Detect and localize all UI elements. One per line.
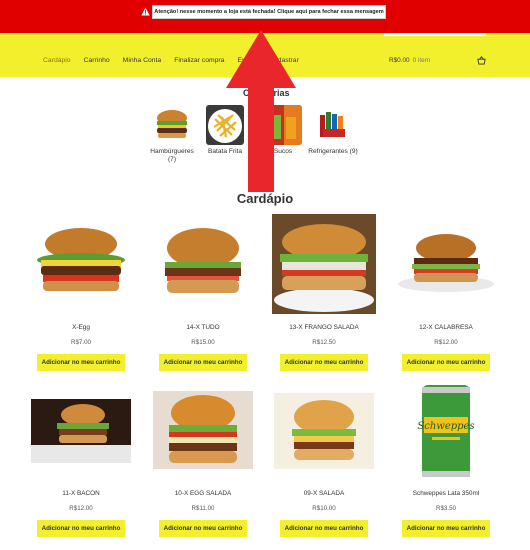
warning-icon (141, 7, 150, 16)
arrow-up-icon (226, 30, 296, 192)
product-card: 12-X CALABRESA R$12.00 Adicionar no meu … (394, 214, 498, 371)
product-card: 14-X TUDO R$15.00 Adicionar no meu carri… (151, 214, 255, 371)
product-image[interactable] (272, 385, 376, 485)
add-to-cart-button[interactable]: Adicionar no meu carrinho (280, 354, 368, 371)
product-card: 10-X EGG SALADA R$11.00 Adicionar no meu… (151, 385, 255, 537)
product-price: R$12.50 (312, 339, 336, 346)
product-name[interactable]: 11-X BACON (29, 490, 133, 497)
product-image[interactable]: Schweppes (394, 385, 498, 485)
product-name[interactable]: 13-X FRANGO SALADA (272, 324, 376, 331)
product-price: R$3.50 (436, 505, 456, 512)
product-image[interactable] (29, 214, 133, 314)
product-card: 13-X FRANGO SALADA R$12.50 Adicionar no … (272, 214, 376, 371)
add-to-cart-button[interactable]: Adicionar no meu carrinho (402, 520, 490, 537)
nav-item-minha-conta[interactable]: Minha Conta (123, 57, 162, 64)
add-to-cart-button[interactable]: Adicionar no meu carrinho (280, 520, 368, 537)
product-image[interactable] (151, 385, 255, 485)
svg-text:Schweppes: Schweppes (417, 421, 474, 432)
add-to-cart-button[interactable]: Adicionar no meu carrinho (159, 520, 247, 537)
product-image[interactable] (394, 214, 498, 314)
product-image[interactable] (29, 385, 133, 485)
product-card: Schweppes Schweppes Lata 350ml R$3.50 Ad… (394, 385, 498, 537)
nav-item-carrinho[interactable]: Carrinho (84, 57, 110, 64)
menu-title: Cardápio (236, 191, 294, 206)
product-price: R$7.00 (71, 339, 91, 346)
cart-total[interactable]: R$0.00 (389, 57, 410, 64)
product-name[interactable]: 12-X CALABRESA (394, 324, 498, 331)
product-name[interactable]: 14-X TUDO (151, 324, 255, 331)
add-to-cart-button[interactable]: Adicionar no meu carrinho (37, 520, 125, 537)
product-price: R$11.00 (191, 505, 215, 512)
cart-count[interactable]: 0 item (413, 57, 430, 64)
category-image[interactable] (153, 105, 191, 145)
header-cart-summary[interactable]: R$0.00 0 item (389, 57, 430, 64)
product-image[interactable] (272, 214, 376, 314)
add-to-cart-button[interactable]: Adicionar no meu carrinho (159, 354, 247, 371)
add-to-cart-button[interactable]: Adicionar no meu carrinho (402, 354, 490, 371)
nav-item-cardapio[interactable]: Cardápio (43, 57, 71, 64)
product-name[interactable]: 10-X EGG SALADA (151, 490, 255, 497)
product-name[interactable]: X-Egg (29, 324, 133, 331)
product-price: R$12.00 (434, 339, 458, 346)
product-image[interactable] (151, 214, 255, 314)
store-closed-message-text[interactable]: Atenção! nesse momento a loja está fecha… (154, 9, 383, 15)
product-price: R$10.00 (312, 505, 336, 512)
product-name[interactable]: 09-X SALADA (272, 490, 376, 497)
basket-icon[interactable] (477, 56, 486, 65)
header-search-strip (384, 33, 486, 36)
product-card: X-Egg R$7.00 Adicionar no meu carrinho (29, 214, 133, 371)
product-price: R$15.00 (191, 339, 215, 346)
nav-item-finalizar-compra[interactable]: Finalizar compra (174, 57, 224, 64)
category-hamburgueres[interactable]: Hambúrgueres (7) (147, 105, 197, 164)
category-label[interactable]: Hambúrgueres (7) (147, 148, 197, 164)
category-image[interactable] (314, 105, 352, 145)
product-price: R$12.00 (69, 505, 93, 512)
product-name[interactable]: Schweppes Lata 350ml (394, 490, 498, 497)
category-refrigerantes[interactable]: Refrigerantes (9) (308, 105, 358, 156)
product-card: 11-X BACON R$12.00 Adicionar no meu carr… (29, 385, 133, 537)
add-to-cart-button[interactable]: Adicionar no meu carrinho (37, 354, 125, 371)
category-label[interactable]: Refrigerantes (9) (308, 148, 358, 156)
product-card: 09-X SALADA R$10.00 Adicionar no meu car… (272, 385, 376, 537)
store-closed-message[interactable]: Atenção! nesse momento a loja está fecha… (152, 5, 386, 19)
